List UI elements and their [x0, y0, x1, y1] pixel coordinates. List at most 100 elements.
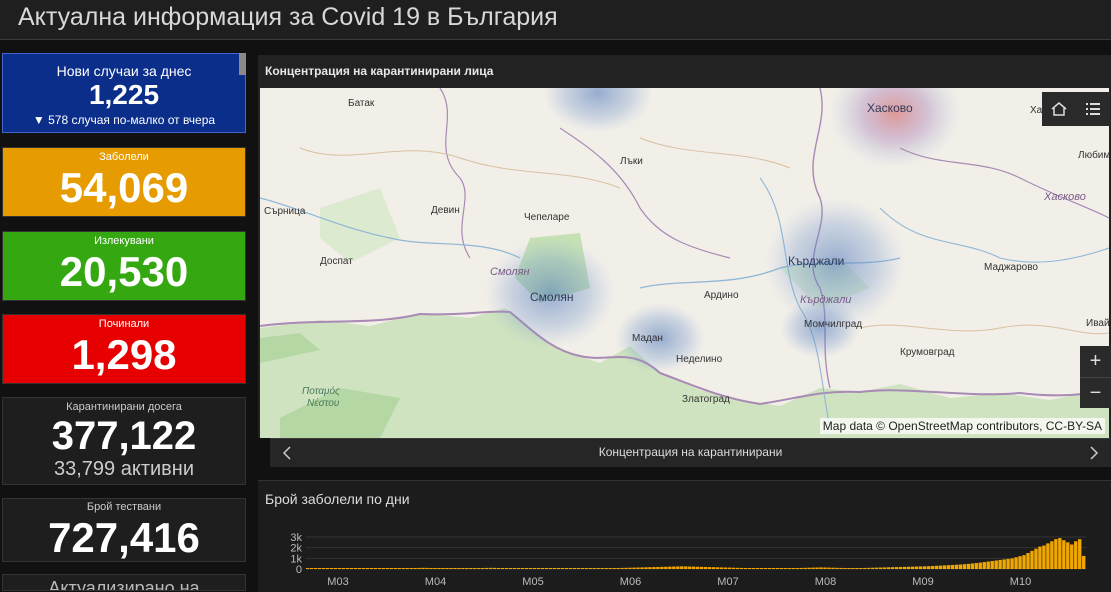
chart-bar[interactable]: [859, 568, 863, 569]
chart-bar[interactable]: [779, 568, 783, 569]
chart-bar[interactable]: [982, 562, 986, 569]
chart-bar[interactable]: [676, 566, 680, 569]
chart-bar[interactable]: [357, 568, 362, 569]
chart-bar[interactable]: [711, 567, 716, 569]
chart-bar[interactable]: [672, 566, 676, 569]
chart-bar[interactable]: [978, 562, 982, 569]
chart-bar[interactable]: [1042, 545, 1046, 569]
chart-bar[interactable]: [902, 566, 907, 569]
chart-bar[interactable]: [644, 567, 648, 569]
chart-bar[interactable]: [815, 567, 819, 569]
chart-bar[interactable]: [552, 568, 557, 569]
chart-bar[interactable]: [898, 566, 903, 569]
chart-bar[interactable]: [926, 566, 931, 569]
chart-bar[interactable]: [1034, 548, 1038, 569]
chart-bar[interactable]: [1082, 555, 1086, 569]
chart-bar[interactable]: [692, 566, 696, 569]
chart-bar[interactable]: [608, 568, 612, 569]
chart-bar[interactable]: [489, 567, 493, 569]
chart-bar[interactable]: [620, 567, 624, 569]
chart-bar[interactable]: [433, 568, 437, 569]
chart-bar[interactable]: [707, 567, 712, 569]
chart-bar[interactable]: [942, 565, 947, 569]
chart-bar[interactable]: [421, 567, 425, 569]
chart-bar[interactable]: [755, 568, 760, 569]
chart-bar[interactable]: [958, 564, 963, 569]
chart-bar[interactable]: [668, 566, 672, 569]
chart-bar[interactable]: [731, 567, 736, 569]
chart-bar[interactable]: [946, 565, 951, 569]
chart-bar[interactable]: [560, 568, 565, 569]
chart-bar[interactable]: [680, 566, 684, 569]
chart-bar[interactable]: [1038, 546, 1042, 569]
chart-bar[interactable]: [966, 563, 970, 569]
chart-bar[interactable]: [544, 568, 549, 569]
chart-bar[interactable]: [481, 568, 485, 569]
chart-bar[interactable]: [409, 568, 413, 569]
chart-bar[interactable]: [835, 567, 839, 569]
chart-bar[interactable]: [501, 568, 505, 569]
chart-bar[interactable]: [596, 568, 600, 569]
chart-bar[interactable]: [1062, 540, 1066, 569]
chart-bar[interactable]: [735, 567, 740, 569]
chart-bar[interactable]: [465, 568, 469, 569]
chart-bar[interactable]: [930, 566, 935, 569]
chart-bar[interactable]: [592, 568, 596, 569]
chart-bar[interactable]: [417, 567, 421, 569]
chart-bar[interactable]: [747, 568, 752, 569]
chart-bar[interactable]: [914, 566, 919, 569]
chart-bar[interactable]: [473, 568, 477, 569]
chart-bar[interactable]: [751, 568, 756, 569]
chart-bar[interactable]: [341, 568, 346, 569]
chart-bar[interactable]: [524, 568, 529, 569]
chart-bar[interactable]: [1074, 541, 1078, 569]
chart-bar[interactable]: [994, 560, 998, 569]
chart-bar[interactable]: [938, 565, 943, 569]
chart-bar[interactable]: [309, 568, 314, 569]
chart-bar[interactable]: [910, 566, 915, 569]
chart-bar[interactable]: [640, 567, 644, 569]
chart-bar[interactable]: [616, 568, 620, 569]
chart-bar[interactable]: [1006, 558, 1010, 569]
chart-bar[interactable]: [775, 568, 779, 569]
chart-bar[interactable]: [990, 561, 994, 569]
chart-bar[interactable]: [1058, 538, 1062, 569]
chart-bar[interactable]: [656, 566, 660, 569]
chart-bar[interactable]: [1002, 559, 1006, 569]
chart-bar[interactable]: [723, 567, 728, 569]
chart-bar[interactable]: [520, 568, 525, 569]
chart-bar[interactable]: [703, 566, 708, 569]
chart-bar[interactable]: [855, 568, 859, 569]
chart-bar[interactable]: [803, 567, 807, 569]
chart-bar[interactable]: [891, 567, 895, 569]
chart-bar[interactable]: [306, 568, 310, 569]
chart-bar[interactable]: [688, 566, 692, 569]
chart-bar[interactable]: [998, 559, 1002, 569]
chart-bar[interactable]: [576, 568, 580, 569]
chart-bar[interactable]: [918, 566, 923, 569]
chart-bar[interactable]: [516, 568, 521, 569]
chart-bar[interactable]: [497, 567, 501, 569]
chart-bar[interactable]: [660, 566, 664, 569]
chart-bar[interactable]: [823, 567, 827, 569]
chart-bar[interactable]: [313, 568, 318, 569]
chart-bar[interactable]: [321, 568, 326, 569]
chart-bar[interactable]: [1022, 555, 1026, 569]
chart-bar[interactable]: [787, 568, 791, 569]
chart-bar[interactable]: [612, 568, 616, 569]
chart-bar[interactable]: [588, 568, 592, 569]
chart-bar[interactable]: [771, 568, 775, 569]
chart-bar[interactable]: [385, 568, 389, 569]
chart-bar[interactable]: [536, 568, 541, 569]
chart-bar[interactable]: [986, 561, 990, 569]
chart-bar[interactable]: [1018, 556, 1022, 569]
chart-bar[interactable]: [883, 567, 887, 569]
chart-bar[interactable]: [504, 568, 509, 569]
chart-bar[interactable]: [807, 567, 811, 569]
chart-bar[interactable]: [906, 566, 911, 569]
chart-bar[interactable]: [508, 568, 513, 569]
map-view[interactable]: Батак Хасково Харман Лъки Любим Хасково …: [260, 88, 1109, 438]
chart-bar[interactable]: [827, 567, 831, 569]
chart-bar[interactable]: [871, 567, 875, 569]
chart-bar[interactable]: [485, 567, 489, 569]
